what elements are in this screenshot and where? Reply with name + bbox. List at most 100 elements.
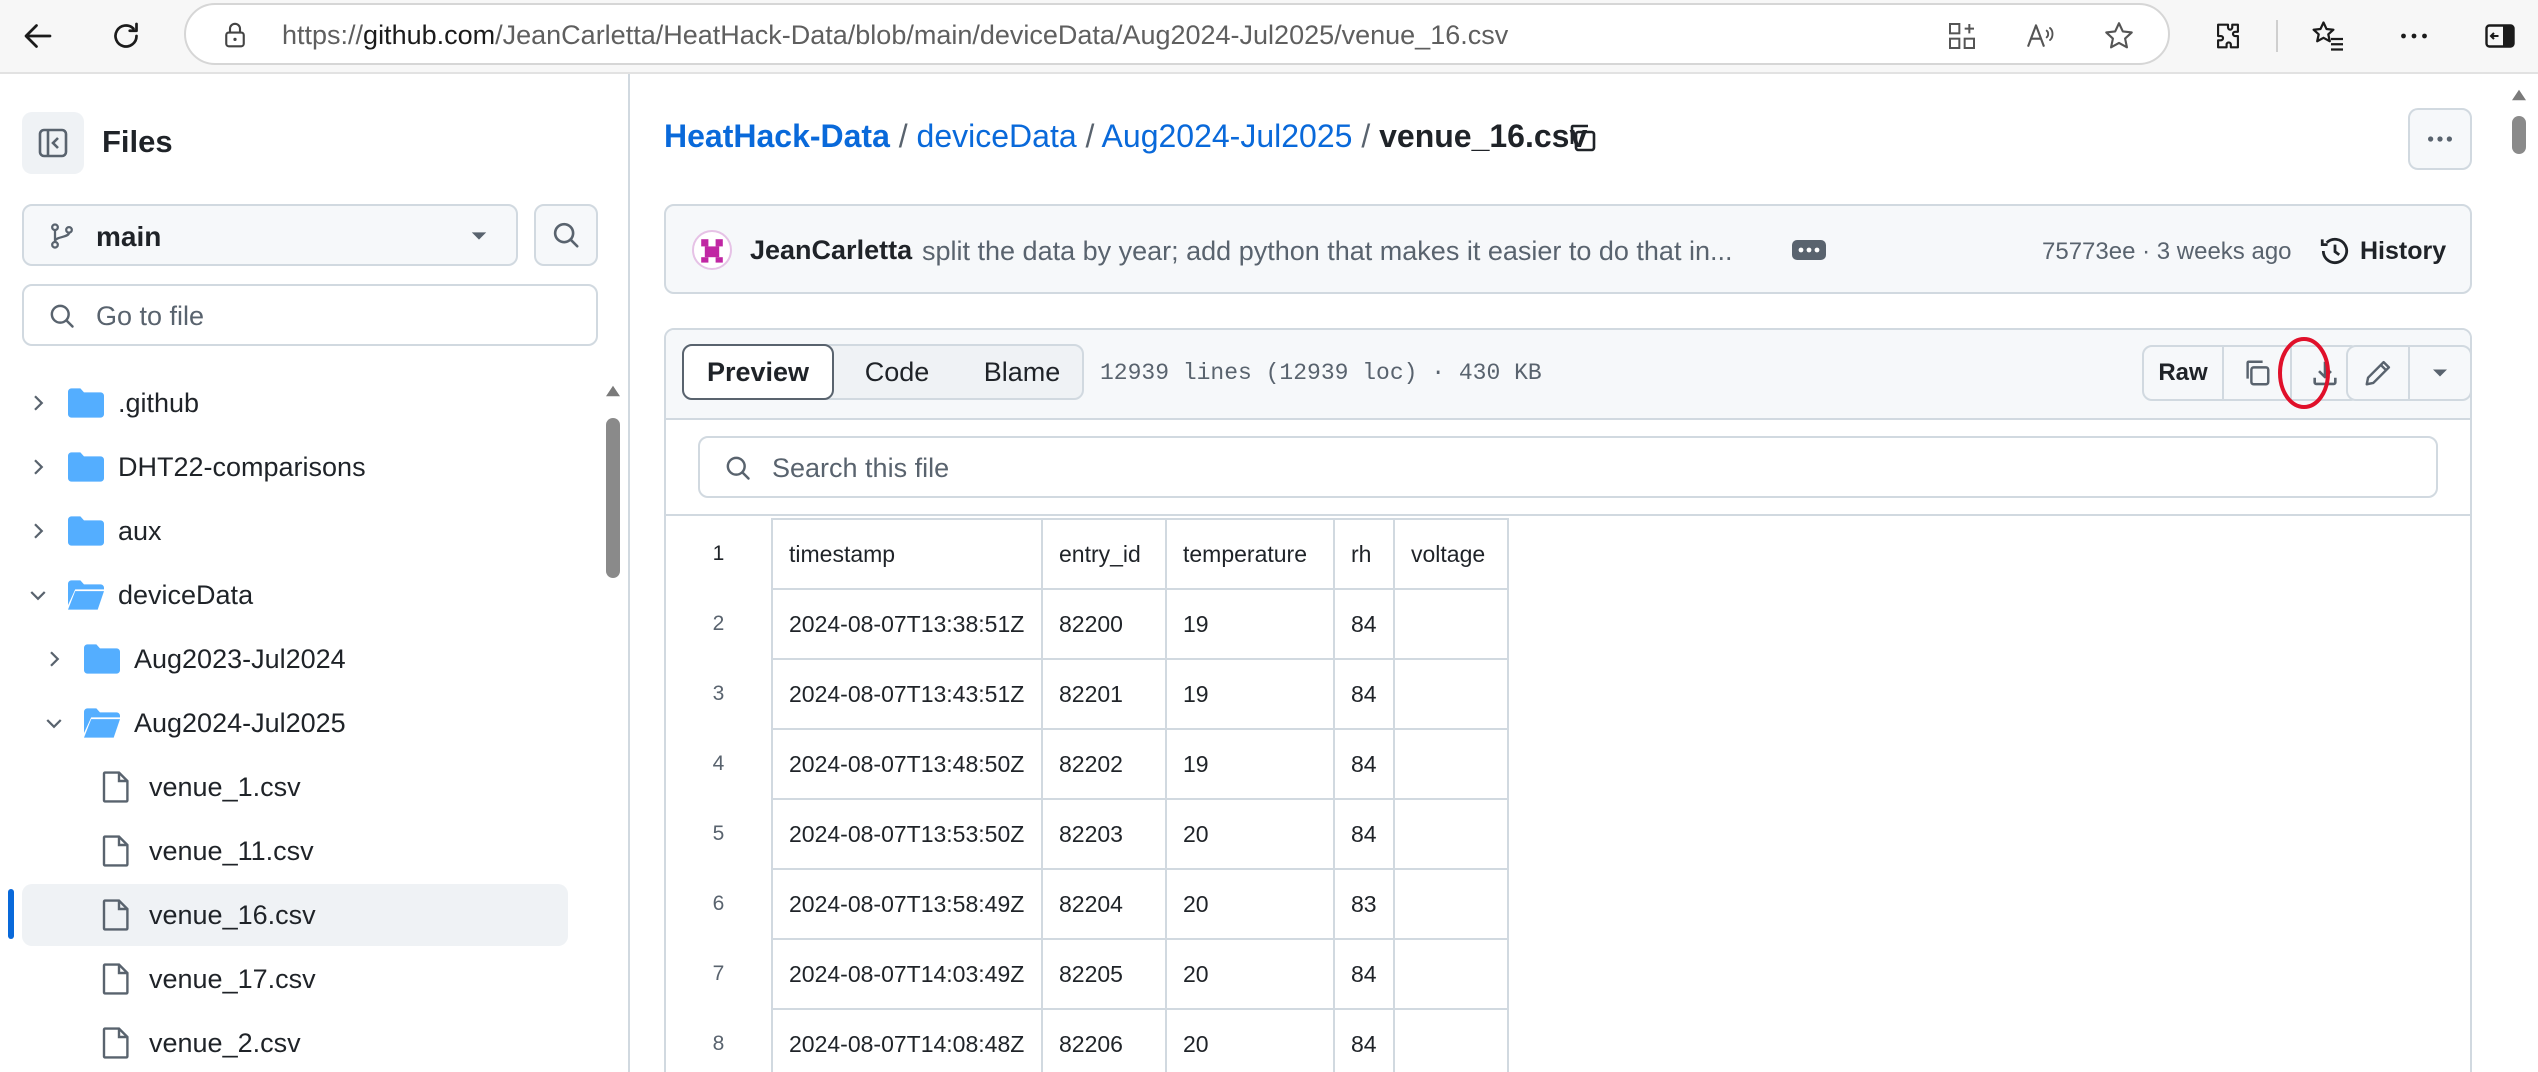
folder-open-icon bbox=[68, 580, 104, 610]
tree-item-aug2024-jul2025[interactable]: Aug2024-Jul2025 bbox=[0, 692, 590, 754]
file-icon bbox=[102, 771, 129, 803]
search-icon bbox=[50, 304, 74, 328]
tree-item-label: venue_11.csv bbox=[149, 835, 314, 866]
tree-item-devicedata[interactable]: deviceData bbox=[0, 564, 590, 626]
column-header: temperature bbox=[1165, 518, 1335, 590]
avatar[interactable] bbox=[692, 230, 732, 270]
edit-file-button[interactable] bbox=[2348, 347, 2410, 399]
file-icon bbox=[102, 835, 129, 867]
git-branch-icon bbox=[51, 223, 73, 249]
history-icon bbox=[2320, 237, 2349, 264]
table-cell: 20 bbox=[1165, 798, 1335, 870]
favorites-button[interactable] bbox=[2300, 8, 2356, 64]
tree-item-github[interactable]: .github bbox=[0, 372, 590, 434]
table-cell bbox=[1393, 868, 1509, 940]
more-options-button[interactable] bbox=[2408, 108, 2472, 170]
table-cell bbox=[1393, 728, 1509, 800]
sidebar-toggle-button[interactable] bbox=[2472, 8, 2528, 64]
breadcrumb-aug2024-link[interactable]: Aug2024-Jul2025 bbox=[1102, 118, 1353, 154]
table-cell: 84 bbox=[1333, 798, 1395, 870]
chevron-right-icon[interactable] bbox=[26, 519, 50, 543]
history-link[interactable]: History bbox=[2360, 237, 2446, 266]
line-number[interactable]: 5 bbox=[666, 799, 773, 869]
csv-header-row: 1 timestamp entry_id temperature rh volt… bbox=[666, 518, 1509, 590]
table-row: 8 2024-08-07T14:08:48Z 82206 20 84 bbox=[666, 1008, 1509, 1072]
tab-preview[interactable]: Preview bbox=[682, 344, 834, 400]
line-number[interactable]: 2 bbox=[666, 589, 773, 659]
line-number[interactable]: 8 bbox=[666, 1009, 773, 1072]
file-icon bbox=[102, 1027, 129, 1059]
tree-item-venue-2[interactable]: venue_2.csv bbox=[0, 1012, 590, 1072]
browser-menu-button[interactable] bbox=[2386, 8, 2442, 64]
page-scroll-up-arrow-icon[interactable] bbox=[2510, 88, 2528, 102]
chevron-right-icon[interactable] bbox=[42, 647, 66, 671]
folder-icon bbox=[68, 516, 104, 546]
favorite-star-icon[interactable] bbox=[2102, 19, 2136, 53]
tree-item-aug2023-jul2024[interactable]: Aug2023-Jul2024 bbox=[0, 628, 590, 690]
refresh-button[interactable] bbox=[98, 8, 154, 64]
table-cell: 19 bbox=[1165, 658, 1335, 730]
raw-button[interactable]: Raw bbox=[2144, 347, 2224, 399]
table-cell: 84 bbox=[1333, 588, 1395, 660]
tree-item-label: DHT22-comparisons bbox=[118, 451, 366, 482]
extensions-button[interactable] bbox=[2200, 8, 2256, 64]
line-number[interactable]: 1 bbox=[666, 519, 773, 589]
latest-commit-bar: JeanCarletta split the data by year; add… bbox=[664, 204, 2472, 294]
table-cell: 84 bbox=[1333, 658, 1395, 730]
commit-author[interactable]: JeanCarletta bbox=[750, 235, 912, 266]
tab-code[interactable]: Code bbox=[834, 346, 960, 398]
address-bar[interactable]: https://github.com/JeanCarletta/HeatHack… bbox=[184, 3, 2170, 65]
search-files-button[interactable] bbox=[534, 204, 598, 266]
tab-blame[interactable]: Blame bbox=[960, 346, 1084, 398]
back-button[interactable] bbox=[10, 8, 66, 64]
file-icon bbox=[102, 899, 129, 931]
tree-item-venue-11[interactable]: venue_11.csv bbox=[0, 820, 590, 882]
arrow-left-icon bbox=[24, 24, 52, 48]
table-row: 5 2024-08-07T13:53:50Z 82203 20 84 bbox=[666, 798, 1509, 870]
lock-icon[interactable] bbox=[220, 20, 250, 50]
breadcrumb-repo-link[interactable]: HeatHack-Data bbox=[664, 118, 890, 154]
folder-icon bbox=[68, 388, 104, 418]
branch-selector[interactable]: main bbox=[22, 204, 518, 266]
file-icon bbox=[102, 963, 129, 995]
commit-message[interactable]: split the data by year; add python that … bbox=[922, 236, 1732, 267]
tree-item-dht22-comparisons[interactable]: DHT22-comparisons bbox=[0, 436, 590, 498]
folder-icon bbox=[68, 452, 104, 482]
tree-item-venue-16[interactable]: venue_16.csv bbox=[22, 884, 568, 946]
table-cell: 2024-08-07T13:53:50Z bbox=[771, 798, 1043, 870]
table-cell: 2024-08-07T13:43:51Z bbox=[771, 658, 1043, 730]
expand-commit-message-button[interactable] bbox=[1792, 240, 1826, 260]
table-row: 2 2024-08-07T13:38:51Z 82200 19 84 bbox=[666, 588, 1509, 660]
view-mode-tabs: Preview Code Blame bbox=[682, 344, 1084, 400]
app-available-icon[interactable] bbox=[1946, 20, 1978, 52]
collapse-sidebar-button[interactable] bbox=[22, 112, 84, 174]
table-row: 3 2024-08-07T13:43:51Z 82201 19 84 bbox=[666, 658, 1509, 730]
search-icon bbox=[726, 456, 750, 480]
chevron-right-icon[interactable] bbox=[26, 455, 50, 479]
edit-options-dropdown[interactable] bbox=[2410, 347, 2470, 399]
tree-item-label: deviceData bbox=[118, 579, 254, 610]
line-number[interactable]: 3 bbox=[666, 659, 773, 729]
chevron-right-icon[interactable] bbox=[26, 391, 50, 415]
chevron-down-icon[interactable] bbox=[42, 711, 66, 735]
line-number[interactable]: 4 bbox=[666, 729, 773, 799]
page-scrollbar-thumb[interactable] bbox=[2512, 116, 2526, 154]
go-to-file-input[interactable]: Go to file bbox=[22, 284, 598, 346]
tree-item-venue-17[interactable]: venue_17.csv bbox=[0, 948, 590, 1010]
copy-path-icon[interactable] bbox=[1566, 122, 1598, 154]
tree-item-aux[interactable]: aux bbox=[0, 500, 590, 562]
breadcrumb-devicedata-link[interactable]: deviceData bbox=[917, 118, 1077, 154]
search-this-file-input[interactable]: Search this file bbox=[698, 436, 2438, 498]
table-cell: 82203 bbox=[1041, 798, 1167, 870]
read-aloud-icon[interactable] bbox=[2024, 20, 2056, 52]
url-text[interactable]: https://github.com/JeanCarletta/HeatHack… bbox=[282, 20, 1508, 51]
tree-item-venue-1[interactable]: venue_1.csv bbox=[0, 756, 590, 818]
chevron-down-icon[interactable] bbox=[26, 583, 50, 607]
more-horizontal-icon bbox=[2401, 33, 2427, 39]
commit-meta[interactable]: 75773ee · 3 weeks ago bbox=[2042, 238, 2292, 266]
scroll-up-arrow-icon[interactable] bbox=[604, 384, 622, 398]
url-scheme: https:// bbox=[282, 20, 364, 50]
line-number[interactable]: 7 bbox=[666, 939, 773, 1009]
sidebar-scrollbar-thumb[interactable] bbox=[606, 418, 620, 578]
line-number[interactable]: 6 bbox=[666, 869, 773, 939]
